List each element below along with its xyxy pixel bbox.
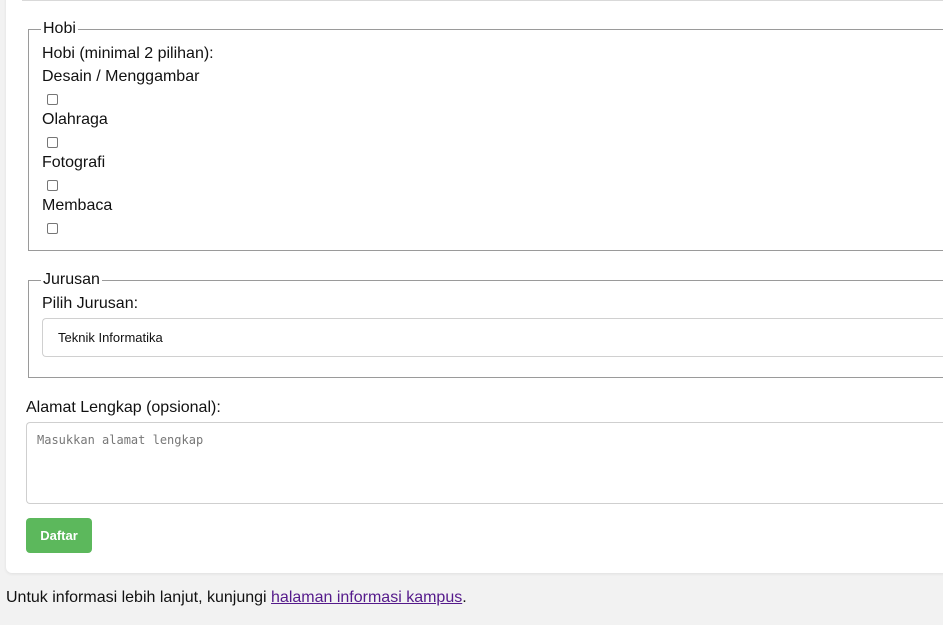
alamat-label: Alamat Lengkap (opsional): [26,399,221,416]
jurusan-select[interactable]: Teknik Informatika [42,318,943,357]
alamat-textarea[interactable]: Masukkan alamat lengkap [26,422,943,504]
hobi-option-label-olahraga: Olahraga [42,111,108,128]
daftar-button[interactable]: Daftar [26,518,92,553]
footer-suffix: . [462,589,467,606]
footer-note: Untuk informasi lebih lanjut, kunjungi h… [6,588,467,608]
previous-section-border [22,0,943,1]
footer-text: Untuk informasi lebih lanjut, kunjungi [6,589,272,606]
alamat-placeholder: Masukkan alamat lengkap [37,433,204,447]
hobi-option-label-fotografi: Fotografi [42,154,106,171]
jurusan-label: Pilih Jurusan: [42,295,139,312]
hobi-option-label-desain: Desain / Menggambar [42,68,200,85]
campus-info-link[interactable]: halaman informasi kampus [271,589,462,606]
jurusan-selected-value: Teknik Informatika [58,330,163,345]
hobi-checkbox-fotografi[interactable] [47,180,58,191]
hobi-legend: Hobi [43,20,76,37]
page: Hobi Hobi (minimal 2 pilihan): Desain / … [0,0,943,625]
hobi-label: Hobi (minimal 2 pilihan): [42,45,214,62]
hobi-checkbox-olahraga[interactable] [47,137,58,148]
hobi-checkbox-desain[interactable] [47,94,58,105]
hobi-option-label-membaca: Membaca [42,197,113,214]
jurusan-legend: Jurusan [43,271,100,288]
hobi-checkbox-membaca[interactable] [47,223,58,234]
